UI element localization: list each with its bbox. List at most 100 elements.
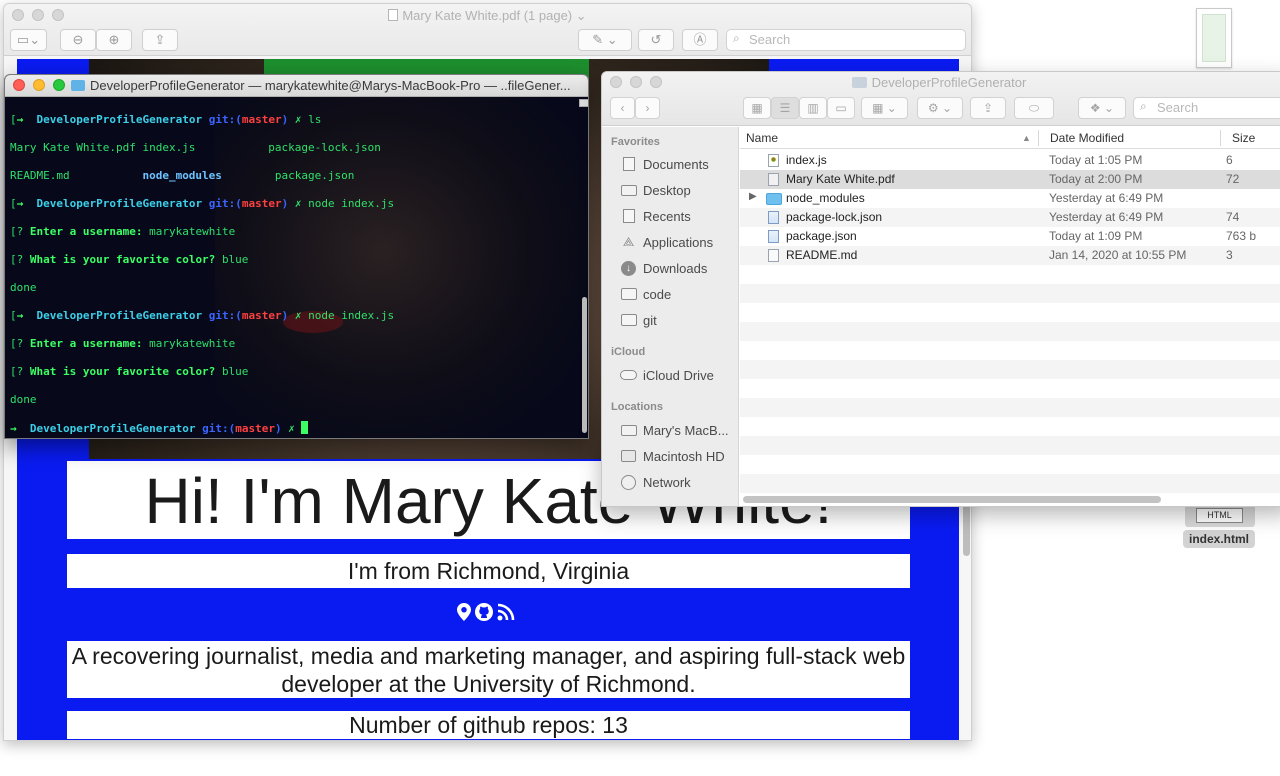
disclosure-triangle-icon[interactable]: ▶ [749,191,757,202]
group-button[interactable]: ▦ ⌄ [861,97,908,119]
terminal-window-controls [13,79,65,91]
prompt-git-close: ) [281,309,289,322]
zoom-in-button[interactable]: ⊕ [96,29,132,51]
tag-icon: ⬭ [1028,101,1040,115]
prompt-git: git:( [202,422,236,435]
file-row-package-json[interactable]: package.json Today at 1:09 PM 763 b [740,227,1280,246]
desktop-file-label[interactable]: index.html [1183,530,1255,548]
preview-title[interactable]: Mary Kate White.pdf (1 page) ⌄ [4,8,971,24]
rotate-button[interactable]: ↺ [638,29,674,51]
finder-search-input[interactable]: Search [1133,97,1280,119]
prompt-git: git:( [208,309,242,322]
file-row-package-lock[interactable]: package-lock.json Yesterday at 6:49 PM 74 [740,208,1280,227]
column-divider[interactable] [1220,130,1221,146]
file-row-index-js[interactable]: index.js Today at 1:05 PM 6 [740,151,1280,170]
sidebar-item-label: Macintosh HD [643,448,725,464]
github-icon[interactable] [475,603,493,621]
file-name: package-lock.json [786,210,883,224]
finder-horizontal-scrollbar[interactable] [743,496,1161,503]
sidebar-item-icloud-drive[interactable]: iCloud Drive [620,365,714,385]
list-view-button[interactable]: ☰ [771,97,799,119]
empty-row [740,417,1280,436]
file-date: Today at 1:09 PM [1049,229,1143,243]
prompt-branch: master [241,113,282,126]
markup-pen-button[interactable]: ✎ ⌄ [578,29,632,51]
dropbox-button[interactable]: ❖ ⌄ [1078,97,1126,119]
icon-view-button[interactable]: ▦ [743,97,771,119]
column-header-size[interactable]: Size [1232,131,1255,145]
markup-button[interactable]: Ⓐ [682,29,718,51]
sidebar-item-label: code [643,286,672,302]
zoom-button[interactable] [53,79,65,91]
sidebar-header-locations: Locations [611,401,663,413]
desktop-pdf-thumbnail[interactable] [1196,8,1232,68]
sidebar-item-macintosh-hd[interactable]: Macintosh HD [620,446,725,466]
dropbox-icon: ❖ ⌄ [1089,101,1115,115]
zoom-out-icon: ⊖ [72,32,84,47]
file-name: Mary Kate White.pdf [786,172,895,186]
hard-drive-icon [620,449,637,463]
file-row-readme[interactable]: README.md Jan 14, 2020 at 10:55 PM 3 [740,246,1280,265]
terminal-line: [? What is your favorite color? blue [10,365,249,378]
action-button[interactable]: ⚙ ⌄ [917,97,963,119]
profile-location: I'm from Richmond, Virginia [67,554,910,588]
file-size: 72 [1226,172,1240,186]
prompt-directory: DeveloperProfileGenerator [36,197,203,210]
column-header-name[interactable]: Name [746,131,778,145]
terminal-cursor [301,421,309,434]
file-row-pdf[interactable]: Mary Kate White.pdf Today at 2:00 PM 72 [740,170,1280,189]
forward-button[interactable]: › [635,97,660,119]
tags-button[interactable]: ⬭ [1014,97,1054,119]
sidebar-item-git[interactable]: git [620,310,657,330]
sidebar-item-label: Downloads [643,260,708,276]
file-date: Yesterday at 6:49 PM [1049,210,1164,224]
zoom-out-button[interactable]: ⊖ [60,29,96,51]
sidebar-item-label: Applications [643,234,714,250]
sidebar-item-downloads[interactable]: ↓ Downloads [620,258,707,278]
prompt-dirty-mark: ✗ [294,197,302,210]
sidebar-item-desktop[interactable]: Desktop [620,180,691,200]
sidebar-item-label: Mary's MacB... [643,422,729,438]
sidebar-item-network[interactable]: Network [620,472,691,492]
folder-icon [766,193,782,205]
grid-icon: ▦ [751,101,763,115]
finder-sidebar: Favorites Documents Desktop Recents ⟁ App… [602,127,739,506]
column-divider[interactable] [1038,130,1039,146]
sidebar-item-recents[interactable]: Recents [620,206,691,226]
back-button[interactable]: ‹ [610,97,635,119]
column-header-date[interactable]: Date Modified [1050,131,1124,145]
empty-row [740,341,1280,360]
gallery-view-button[interactable]: ▭ [827,97,855,119]
prompt-git: git:( [208,113,242,126]
terminal-split-icon[interactable] [579,99,588,107]
finder-window: DeveloperProfileGenerator ‹ › ▦ ☰ ▥ ▭ ▦ … [601,71,1280,507]
terminal-output[interactable]: [→ DeveloperProfileGenerator git:(master… [10,99,574,438]
markup-icon: Ⓐ [693,32,707,47]
pen-icon: ✎ ⌄ [592,32,618,47]
file-row-node-modules[interactable]: ▶ node_modules Yesterday at 6:49 PM [740,189,1280,208]
rss-feed-icon[interactable] [497,603,515,621]
terminal-scroll-thumb[interactable] [582,297,587,433]
laptop-icon [620,423,637,437]
download-icon: ↓ [620,260,637,276]
terminal-line: [? What is your favorite color? blue [10,253,249,266]
close-button[interactable] [13,79,25,91]
chevron-down-icon: ⌄ [575,8,587,23]
sidebar-item-applications[interactable]: ⟁ Applications [620,232,713,252]
empty-row [740,436,1280,455]
column-view-button[interactable]: ▥ [799,97,827,119]
location-pin-icon[interactable] [457,603,471,621]
terminal-scrollbar[interactable] [581,107,588,437]
sidebar-item-documents[interactable]: Documents [620,154,709,174]
sidebar-toggle-button[interactable]: ▭⌄ [10,29,47,51]
file-date: Yesterday at 6:49 PM [1049,191,1164,205]
preview-search-input[interactable]: Search [726,29,966,51]
share-button[interactable]: ⇪ [142,29,178,51]
prompt-dirty-mark: ✗ [294,309,302,322]
html-file-icon[interactable]: HTML [1185,505,1255,527]
sidebar-item-macbook[interactable]: Mary's MacB... [620,420,729,440]
minimize-button[interactable] [33,79,45,91]
folder-icon [620,287,637,301]
sidebar-item-code[interactable]: code [620,284,671,304]
share-button[interactable]: ⇪ [970,97,1006,119]
